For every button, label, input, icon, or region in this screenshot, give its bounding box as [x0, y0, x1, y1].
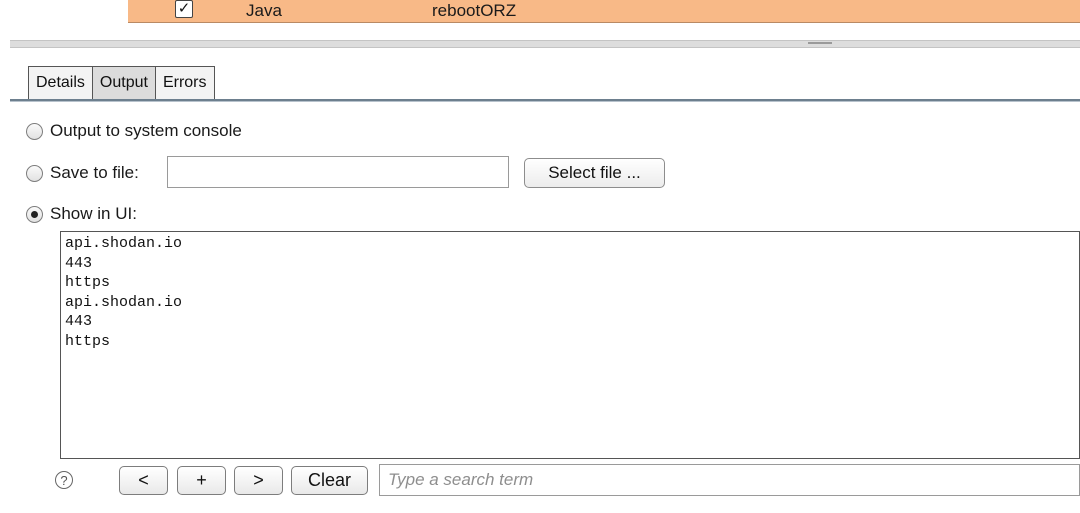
output-line: api.shodan.io [65, 293, 183, 311]
loaded-checkbox[interactable]: ✓ [175, 0, 193, 18]
extension-table-row-selected[interactable]: ✓ Java rebootORZ [128, 0, 1080, 23]
show-in-ui-label: Show in UI: [50, 204, 137, 223]
tab-output[interactable]: Output [91, 66, 156, 99]
output-line: https [65, 274, 111, 291]
output-line: https [65, 332, 111, 350]
extension-type-cell: Java [246, 1, 282, 20]
output-textarea[interactable]: api.shodan.io 443 https api.shodan.io 44… [60, 231, 1080, 459]
save-to-file-radio[interactable] [26, 164, 43, 182]
save-to-file-label: Save to file: [50, 163, 139, 182]
help-icon[interactable]: ? [55, 471, 73, 489]
search-bar: ? < + > Clear [0, 462, 1080, 502]
clear-button[interactable]: Clear [291, 466, 368, 495]
tab-details[interactable]: Details [28, 66, 93, 99]
divider-grip-icon [808, 42, 832, 44]
add-button[interactable]: + [177, 466, 226, 495]
search-input[interactable] [379, 464, 1080, 496]
system-console-radio[interactable] [26, 122, 43, 140]
option-system-console: Output to system console [26, 121, 242, 141]
next-match-button[interactable]: > [234, 466, 283, 495]
output-line: api.shodan.io [65, 235, 183, 252]
output-line: 443 [65, 313, 93, 330]
option-save-to-file: Save to file: [26, 163, 139, 183]
tab-panel-border [10, 99, 1080, 102]
system-console-label: Output to system console [50, 121, 242, 140]
previous-match-button[interactable]: < [119, 466, 168, 495]
option-show-in-ui: Show in UI: [26, 204, 137, 224]
file-path-input[interactable] [167, 156, 509, 188]
tab-errors[interactable]: Errors [154, 66, 215, 99]
select-file-button[interactable]: Select file ... [524, 158, 665, 188]
output-line: 443 [65, 254, 93, 272]
split-pane-divider[interactable] [10, 40, 1080, 48]
show-in-ui-radio[interactable] [26, 205, 43, 223]
tab-bar: Details Output Errors [28, 66, 215, 100]
extension-name-cell: rebootORZ [432, 1, 517, 20]
